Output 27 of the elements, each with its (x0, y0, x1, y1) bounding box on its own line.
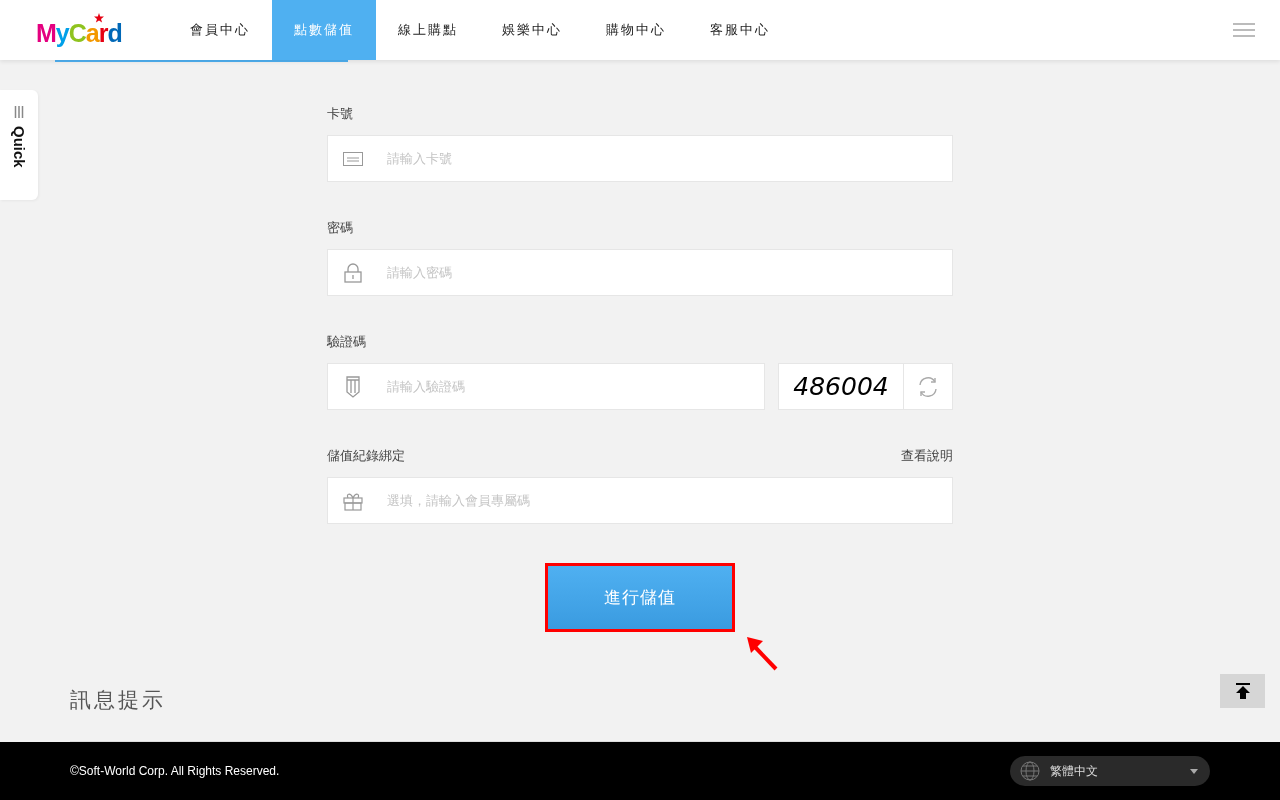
card-icon (343, 151, 363, 166)
globe-icon (1020, 761, 1040, 781)
arrow-up-icon (1235, 683, 1250, 699)
field-label: 儲值紀錄綁定 (327, 447, 405, 465)
padlock-icon (343, 262, 363, 283)
caret-icon (1190, 768, 1198, 774)
copyright-text: ©Soft-World Corp. All Rights Reserved. (70, 764, 280, 778)
pencil-icon (343, 375, 363, 398)
star-icon (94, 12, 104, 23)
language-selector[interactable]: 繁體中文 (1010, 756, 1210, 786)
nav-tab[interactable]: 購物中心 (584, 0, 688, 60)
refresh-icon (917, 375, 939, 398)
help-link[interactable]: 查看說明 (901, 447, 953, 465)
field-label: 卡號 (327, 105, 353, 123)
quick-panel-tab[interactable]: Quick (0, 90, 38, 200)
mycard-logo[interactable]: MyCard (36, 12, 132, 48)
field-label: 驗證碼 (327, 333, 366, 351)
nav-tab[interactable]: 客服中心 (688, 0, 792, 60)
menu-icon[interactable] (1233, 23, 1255, 37)
back-to-top-button[interactable] (1220, 674, 1265, 708)
section-heading: 訊息提示 (70, 687, 167, 714)
nav-tab[interactable]: 會員中心 (168, 0, 272, 60)
field-label: 密碼 (327, 219, 353, 237)
lines-icon (14, 106, 24, 118)
nav-tab[interactable]: 娛樂中心 (480, 0, 584, 60)
nav-tab[interactable]: 線上購點 (376, 0, 480, 60)
pointer-arrow (747, 637, 779, 671)
